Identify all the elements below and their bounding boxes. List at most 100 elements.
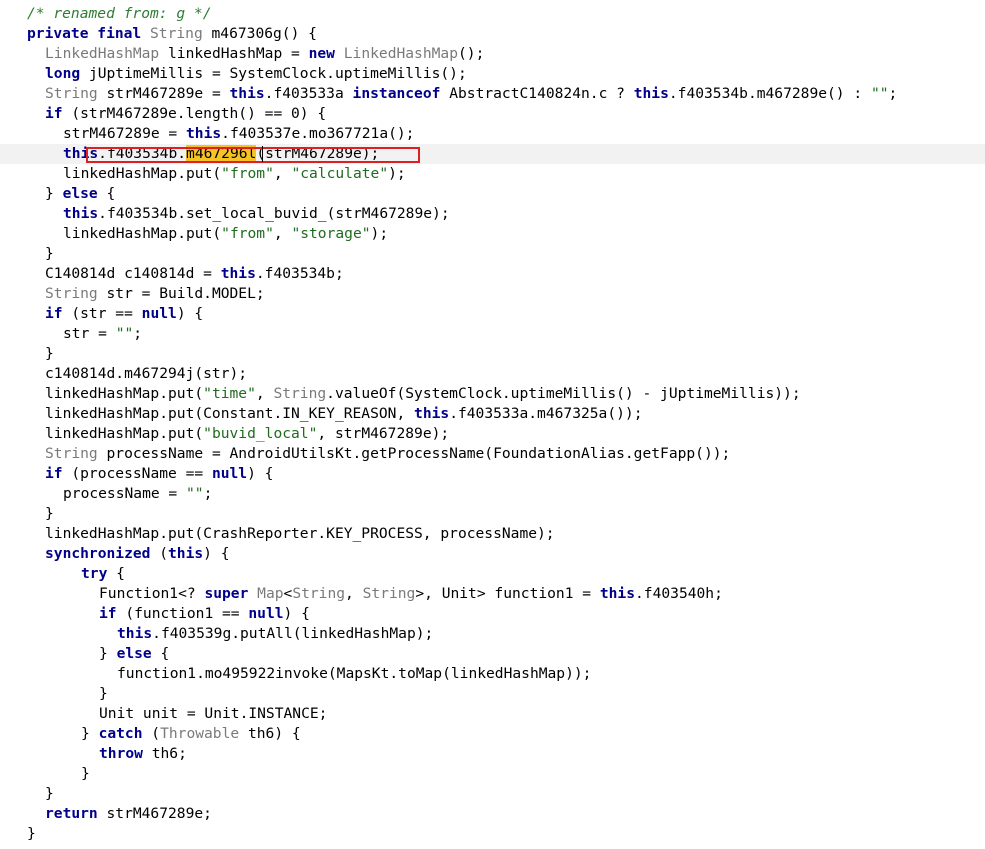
code-token: th6) {	[239, 725, 301, 742]
code-token: .f403534b.	[98, 145, 187, 162]
code-line[interactable]: Unit unit = Unit.INSTANCE;	[0, 704, 985, 724]
code-line[interactable]: function1.mo495922invoke(MapsKt.toMap(li…	[0, 664, 985, 684]
code-line[interactable]: linkedHashMap.put("buvid_local", strM467…	[0, 424, 985, 444]
code-line[interactable]: synchronized (this) {	[0, 544, 985, 564]
code-token: .f403534b;	[255, 265, 344, 282]
code-line[interactable]: throw th6;	[0, 744, 985, 764]
string-literal: ""	[870, 85, 889, 102]
code-line[interactable]: C140814d c140814d = this.f403534b;	[0, 264, 985, 284]
code-token: >, Unit> function1 =	[415, 585, 600, 602]
code-line[interactable]: } else {	[0, 184, 985, 204]
code-line[interactable]: if (processName == null) {	[0, 464, 985, 484]
code-line[interactable]: }	[0, 344, 985, 364]
keyword: null	[248, 605, 284, 622]
code-line[interactable]: LinkedHashMap linkedHashMap = new Linked…	[0, 44, 985, 64]
code-line[interactable]: String processName = AndroidUtilsKt.getP…	[0, 444, 985, 464]
code-token: ;	[888, 85, 898, 102]
code-text: private final String m467306g() {	[27, 24, 317, 44]
code-line[interactable]: try {	[0, 564, 985, 584]
keyword: this	[63, 145, 99, 162]
code-token: }	[99, 645, 117, 662]
type-name: String	[45, 445, 98, 462]
code-text: linkedHashMap.put("from", "calculate");	[63, 164, 406, 184]
code-text: C140814d c140814d = this.f403534b;	[45, 264, 344, 284]
code-token: linkedHashMap.put(Constant.IN_KEY_REASON…	[45, 405, 415, 422]
code-token: linkedHashMap.put(	[63, 225, 222, 242]
code-token: ) {	[247, 465, 274, 482]
keyword: if	[45, 465, 63, 482]
code-line[interactable]: String str = Build.MODEL;	[0, 284, 985, 304]
keyword: this	[168, 545, 204, 562]
code-text: linkedHashMap.put(Constant.IN_KEY_REASON…	[45, 404, 642, 424]
code-token: ) {	[283, 605, 310, 622]
code-token: str = Build.MODEL;	[97, 285, 265, 302]
code-line[interactable]: processName = "";	[0, 484, 985, 504]
code-token: .f403534b.set_local_buvid_(strM467289e);	[98, 205, 450, 222]
code-token: (strM467289e);	[256, 145, 380, 162]
code-line[interactable]: strM467289e = this.f403537e.mo367721a();	[0, 124, 985, 144]
code-line[interactable]: linkedHashMap.put(CrashReporter.KEY_PROC…	[0, 524, 985, 544]
keyword: this	[414, 405, 450, 422]
code-token: Unit unit = Unit.INSTANCE;	[99, 705, 328, 722]
keyword: this	[220, 265, 256, 282]
code-line[interactable]: if (str == null) {	[0, 304, 985, 324]
code-text: try {	[81, 564, 125, 584]
keyword: else	[62, 185, 98, 202]
code-token: {	[151, 645, 170, 662]
code-line[interactable]: String strM467289e = this.f403533a insta…	[0, 84, 985, 104]
code-line[interactable]: }	[0, 764, 985, 784]
code-token: .f403540h;	[635, 585, 723, 602]
code-token: .valueOf(SystemClock.uptimeMillis() - jU…	[326, 385, 801, 402]
code-token: (str ==	[62, 305, 142, 322]
keyword: this	[229, 85, 265, 102]
code-line[interactable]: this.f403534b.m467296l(strM467289e);	[0, 144, 985, 164]
code-line[interactable]: if (strM467289e.length() == 0) {	[0, 104, 985, 124]
code-line[interactable]: }	[0, 244, 985, 264]
code-line[interactable]: private final String m467306g() {	[0, 24, 985, 44]
code-text: this.f403534b.set_local_buvid_(strM46728…	[63, 204, 450, 224]
code-text: String str = Build.MODEL;	[45, 284, 265, 304]
code-token: .f403533a	[264, 85, 353, 102]
code-token: ;	[203, 485, 213, 502]
code-line[interactable]: }	[0, 824, 985, 844]
code-token: processName = AndroidUtilsKt.getProcessN…	[97, 445, 731, 462]
type-name: Throwable	[160, 725, 240, 742]
keyword: new	[308, 45, 344, 62]
code-line[interactable]: /* renamed from: g */	[0, 4, 985, 24]
code-line[interactable]: Function1<? super Map<String, String>, U…	[0, 584, 985, 604]
code-text: linkedHashMap.put(CrashReporter.KEY_PROC…	[45, 524, 555, 544]
code-line[interactable]: c140814d.m467294j(str);	[0, 364, 985, 384]
code-line[interactable]: } catch (Throwable th6) {	[0, 724, 985, 744]
code-token: .f403537e.mo367721a();	[221, 125, 415, 142]
code-token: ();	[458, 45, 485, 62]
code-line[interactable]: } else {	[0, 644, 985, 664]
code-line[interactable]: linkedHashMap.put("time", String.valueOf…	[0, 384, 985, 404]
code-token: Function1<?	[99, 585, 205, 602]
code-line[interactable]: linkedHashMap.put("from", "storage");	[0, 224, 985, 244]
code-line[interactable]: }	[0, 784, 985, 804]
code-token: (	[150, 545, 169, 562]
code-token: , strM467289e);	[317, 425, 450, 442]
code-token: strM467289e =	[97, 85, 230, 102]
keyword: if	[45, 105, 63, 122]
code-text: linkedHashMap.put("time", String.valueOf…	[45, 384, 801, 404]
code-token: {	[97, 185, 116, 202]
code-line[interactable]: }	[0, 504, 985, 524]
code-line[interactable]: this.f403534b.set_local_buvid_(strM46728…	[0, 204, 985, 224]
code-line[interactable]: linkedHashMap.put(Constant.IN_KEY_REASON…	[0, 404, 985, 424]
code-token: );	[388, 165, 406, 182]
code-line[interactable]: }	[0, 684, 985, 704]
code-token: .f403539g.putAll(linkedHashMap);	[152, 625, 434, 642]
code-editor[interactable]: /* renamed from: g */ private final Strin…	[0, 0, 985, 849]
code-token: }	[45, 505, 54, 522]
code-line[interactable]: str = "";	[0, 324, 985, 344]
code-token: }	[99, 685, 108, 702]
code-line[interactable]: this.f403539g.putAll(linkedHashMap);	[0, 624, 985, 644]
highlighted-token: m467296l	[186, 145, 257, 162]
code-text: this.f403534b.m467296l(strM467289e);	[63, 144, 379, 164]
code-line[interactable]: if (function1 == null) {	[0, 604, 985, 624]
code-line[interactable]: return strM467289e;	[0, 804, 985, 824]
code-line[interactable]: linkedHashMap.put("from", "calculate");	[0, 164, 985, 184]
code-text: synchronized (this) {	[45, 544, 230, 564]
code-line[interactable]: long jUptimeMillis = SystemClock.uptimeM…	[0, 64, 985, 84]
